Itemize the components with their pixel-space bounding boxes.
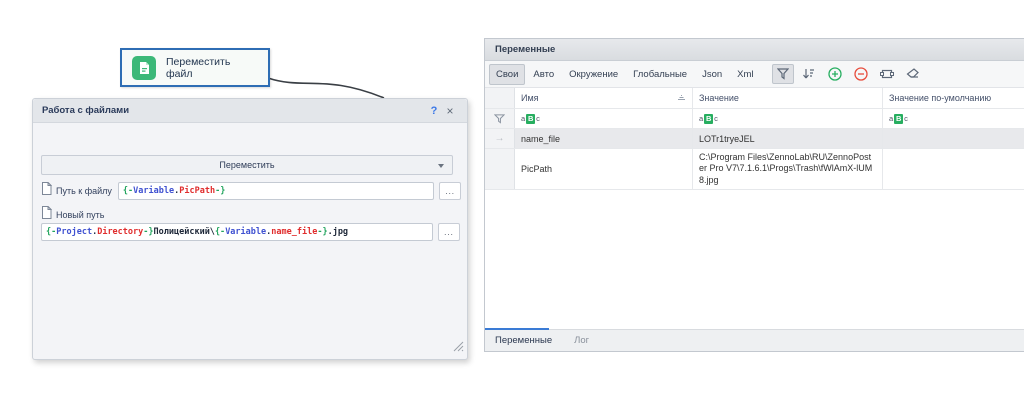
header-indicator-cell [485, 88, 515, 108]
dialog-body: Переместить Путь к файлу {-Variable.PicP… [33, 123, 467, 360]
variables-table: Имя Значение Значение по-умолчанию [485, 88, 1024, 329]
row-indicator [485, 149, 515, 189]
new-path-label: Новый путь [56, 210, 104, 220]
filter-cell-value[interactable]: aBc [693, 109, 883, 128]
table-header-row: Имя Значение Значение по-умолчанию [485, 88, 1024, 109]
add-icon [828, 67, 842, 81]
tab-own-variables[interactable]: Свои [489, 64, 525, 85]
filter-row: aBc aBc aBc [485, 109, 1024, 129]
bottom-tab-log[interactable]: Лог [574, 335, 589, 346]
filter-icon [494, 113, 505, 124]
text-filter-icon: aBc [521, 114, 540, 124]
dialog-header[interactable]: Работа с файлами ? × [33, 99, 467, 123]
cell-variable-name[interactable]: PicPath [515, 149, 693, 189]
action-select[interactable]: Переместить [41, 155, 453, 175]
tab-global-variables[interactable]: Глобальные [626, 64, 694, 85]
active-tab-indicator [485, 328, 549, 330]
dialog-title: Работа с файлами [42, 105, 426, 116]
edit-variable-button[interactable] [876, 64, 898, 84]
remove-variable-button[interactable] [850, 64, 872, 84]
row-indicator: → [485, 129, 515, 148]
table-row[interactable]: PicPath C:\Program Files\ZennoLab\RU\Zen… [485, 149, 1024, 190]
add-variable-button[interactable] [824, 64, 846, 84]
panel-bottom-tabs: Переменные Лог [485, 329, 1024, 351]
sort-button[interactable] [798, 64, 820, 84]
file-operations-dialog: Работа с файлами ? × Переместить Путь к … [32, 98, 468, 360]
text-filter-icon: aBc [889, 114, 908, 124]
table-row[interactable]: → name_file LOTr1tryeJEL [485, 129, 1024, 149]
variables-panel-title: Переменные [485, 39, 1024, 61]
variables-tabs-toolbar: Свои Авто Окружение Глобальные Json Xml [485, 61, 1024, 88]
sort-icon [802, 68, 815, 80]
cell-variable-name[interactable]: name_file [515, 129, 693, 148]
file-action-icon [132, 56, 156, 80]
filter-row-indicator [485, 109, 515, 128]
resize-grip[interactable] [453, 339, 464, 357]
new-path-input[interactable]: {-Project.Directory-}Полицейский\{-Varia… [41, 223, 433, 241]
file-icon [41, 206, 52, 224]
tab-xml[interactable]: Xml [730, 64, 760, 85]
close-button[interactable]: × [442, 104, 458, 118]
edit-box-icon [880, 68, 894, 80]
tab-json[interactable]: Json [695, 64, 729, 85]
column-header-default[interactable]: Значение по-умолчанию [883, 88, 1024, 108]
file-icon [41, 182, 52, 200]
cell-variable-value[interactable]: C:\Program Files\ZennoLab\RU\ZennoPoster… [693, 149, 883, 189]
help-button[interactable]: ? [426, 105, 442, 117]
chevron-down-icon [438, 164, 444, 168]
clear-variables-button[interactable] [902, 64, 924, 84]
column-header-value[interactable]: Значение [693, 88, 883, 108]
tab-auto-variables[interactable]: Авто [526, 64, 561, 85]
sort-indicator-icon [677, 93, 686, 103]
column-header-name[interactable]: Имя [515, 88, 693, 108]
cell-variable-value[interactable]: LOTr1tryeJEL [693, 129, 883, 148]
filter-cell-name[interactable]: aBc [515, 109, 693, 128]
remove-icon [854, 67, 868, 81]
current-row-arrow-icon: → [495, 133, 505, 144]
text-filter-icon: aBc [699, 114, 718, 124]
tab-environment-variables[interactable]: Окружение [562, 64, 625, 85]
action-select-value: Переместить [219, 160, 274, 170]
variables-panel: Переменные Свои Авто Окружение Глобальны… [484, 38, 1024, 352]
node-label: Переместить файл [166, 56, 258, 80]
filter-button[interactable] [772, 64, 794, 84]
canvas: Переместить файл Работа с файлами ? × Пе… [0, 0, 1024, 401]
bottom-tab-variables[interactable]: Переменные [495, 335, 552, 346]
browse-new-path-button[interactable]: ... [438, 223, 460, 241]
table-empty-area [485, 190, 1024, 329]
file-path-label: Путь к файлу [56, 186, 112, 196]
filter-icon [777, 68, 789, 80]
browse-file-path-button[interactable]: ... [439, 182, 461, 200]
cell-variable-default[interactable] [883, 129, 1024, 148]
cell-variable-default[interactable] [883, 149, 1024, 189]
file-path-input[interactable]: {-Variable.PicPath-} [118, 182, 434, 200]
eraser-icon [906, 68, 920, 80]
action-node-move-file[interactable]: Переместить файл [120, 48, 270, 87]
filter-cell-default[interactable]: aBc [883, 109, 1024, 128]
